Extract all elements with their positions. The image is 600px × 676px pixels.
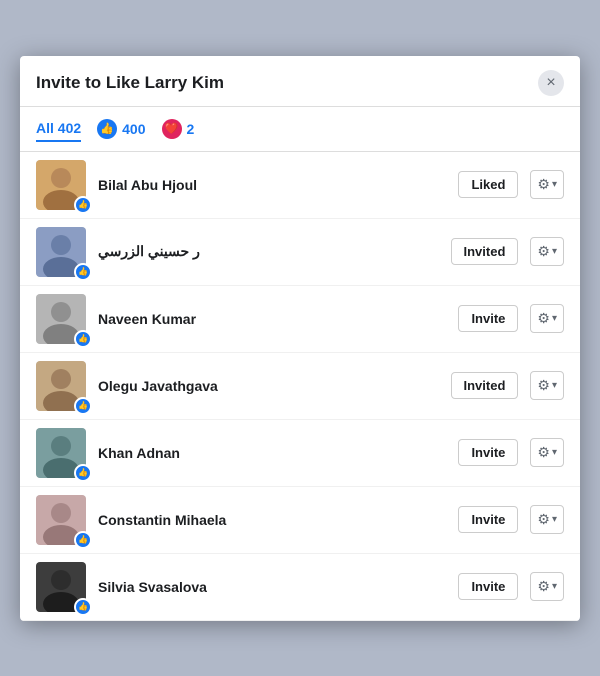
- chevron-down-icon: ▾: [552, 447, 557, 458]
- gear-icon: ⚙: [537, 377, 550, 394]
- action-button[interactable]: Liked: [458, 171, 518, 198]
- tab-all-label: All 402: [36, 120, 81, 136]
- settings-button[interactable]: ⚙▾: [530, 170, 564, 199]
- person-row: 👍 Bilal Abu Hjoul Liked ⚙▾: [20, 152, 580, 219]
- gear-icon: ⚙: [537, 444, 550, 461]
- avatar-wrap: 👍: [36, 227, 86, 277]
- gear-icon: ⚙: [537, 176, 550, 193]
- like-badge: 👍: [74, 196, 92, 214]
- avatar-wrap: 👍: [36, 495, 86, 545]
- gear-icon: ⚙: [537, 578, 550, 595]
- like-badge: 👍: [74, 531, 92, 549]
- person-row: 👍 Olegu Javathgava Invited ⚙▾: [20, 353, 580, 420]
- person-name: Silvia Svasalova: [98, 579, 446, 595]
- person-row: 👍 Constantin Mihaela Invite ⚙▾: [20, 487, 580, 554]
- tab-love-label: 2: [187, 121, 195, 137]
- like-badge: 👍: [74, 464, 92, 482]
- avatar-wrap: 👍: [36, 562, 86, 612]
- action-button[interactable]: Invite: [458, 573, 518, 600]
- avatar-wrap: 👍: [36, 160, 86, 210]
- person-row: 👍 Naveen Kumar Invite ⚙▾: [20, 286, 580, 353]
- like-icon: 👍: [97, 119, 117, 139]
- settings-button[interactable]: ⚙▾: [530, 505, 564, 534]
- avatar-wrap: 👍: [36, 294, 86, 344]
- gear-icon: ⚙: [537, 511, 550, 528]
- chevron-down-icon: ▾: [552, 246, 557, 257]
- chevron-down-icon: ▾: [552, 514, 557, 525]
- avatar-wrap: 👍: [36, 361, 86, 411]
- modal-header: Invite to Like Larry Kim ×: [20, 56, 580, 107]
- like-badge: 👍: [74, 598, 92, 616]
- action-button[interactable]: Invite: [458, 506, 518, 533]
- tab-like-label: 400: [122, 121, 145, 137]
- tab-like[interactable]: 👍 400: [97, 115, 145, 143]
- person-name: Naveen Kumar: [98, 311, 446, 327]
- person-name: Olegu Javathgava: [98, 378, 439, 394]
- avatar-wrap: 👍: [36, 428, 86, 478]
- chevron-down-icon: ▾: [552, 581, 557, 592]
- person-row: 👍 Silvia Svasalova Invite ⚙▾: [20, 554, 580, 621]
- gear-icon: ⚙: [537, 243, 550, 260]
- settings-button[interactable]: ⚙▾: [530, 371, 564, 400]
- tab-all[interactable]: All 402: [36, 116, 81, 142]
- tab-love[interactable]: ❤️ 2: [162, 115, 195, 143]
- action-button[interactable]: Invited: [451, 372, 519, 399]
- settings-button[interactable]: ⚙▾: [530, 438, 564, 467]
- gear-icon: ⚙: [537, 310, 550, 327]
- person-name: Khan Adnan: [98, 445, 446, 461]
- invite-modal: Invite to Like Larry Kim × All 402 👍 400…: [20, 56, 580, 621]
- close-button[interactable]: ×: [538, 70, 564, 96]
- chevron-down-icon: ▾: [552, 380, 557, 391]
- modal-title: Invite to Like Larry Kim: [36, 73, 224, 93]
- tabs-row: All 402 👍 400 ❤️ 2: [20, 107, 580, 152]
- person-name: Constantin Mihaela: [98, 512, 446, 528]
- settings-button[interactable]: ⚙▾: [530, 304, 564, 333]
- chevron-down-icon: ▾: [552, 313, 557, 324]
- person-name: ر حسيني الزرسي: [98, 243, 439, 260]
- like-badge: 👍: [74, 397, 92, 415]
- action-button[interactable]: Invite: [458, 305, 518, 332]
- person-row: 👍 Khan Adnan Invite ⚙▾: [20, 420, 580, 487]
- settings-button[interactable]: ⚙▾: [530, 572, 564, 601]
- action-button[interactable]: Invite: [458, 439, 518, 466]
- person-list: 👍Bilal Abu HjoulLiked⚙▾ 👍ر حسيني الزرسيI…: [20, 152, 580, 621]
- love-icon: ❤️: [162, 119, 182, 139]
- like-badge: 👍: [74, 330, 92, 348]
- like-emoji: 👍: [100, 122, 114, 135]
- settings-button[interactable]: ⚙▾: [530, 237, 564, 266]
- person-row: 👍 ر حسيني الزرسي Invited ⚙▾: [20, 219, 580, 286]
- like-badge: 👍: [74, 263, 92, 281]
- love-emoji: ❤️: [165, 122, 179, 135]
- chevron-down-icon: ▾: [552, 179, 557, 190]
- action-button[interactable]: Invited: [451, 238, 519, 265]
- person-name: Bilal Abu Hjoul: [98, 177, 446, 193]
